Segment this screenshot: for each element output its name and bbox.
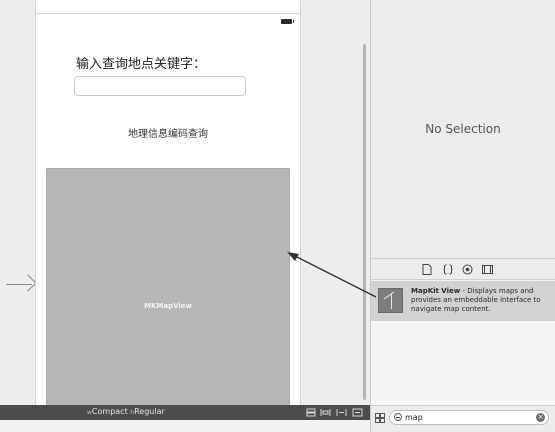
library-item-description: MapKit View - Displays maps and provides…	[411, 287, 551, 314]
scene-top-divider	[36, 13, 300, 14]
file-template-icon[interactable]	[421, 264, 433, 275]
keyword-label[interactable]: 输入查询地点关键字：	[76, 53, 206, 72]
library-filter-input[interactable]: map ×	[389, 410, 549, 425]
library-filter-bar: map ×	[371, 405, 555, 432]
inspector-pane: No Selection	[371, 0, 555, 258]
library-item-title: MapKit View	[411, 287, 461, 295]
battery-icon	[281, 19, 294, 24]
entry-arrow-head-icon	[19, 274, 37, 292]
height-class-label: Regular	[134, 407, 165, 416]
width-class-label: Compact	[91, 407, 128, 416]
size-class-control[interactable]: wCompact hRegular	[87, 407, 165, 416]
mkmapview-label: MKMapView	[144, 302, 192, 310]
library-item-mapkit-view[interactable]: MapKit View - Displays maps and provides…	[371, 281, 555, 321]
align-icon[interactable]	[320, 408, 331, 419]
search-icon	[394, 413, 402, 421]
size-class-bar: wCompact hRegular	[0, 405, 370, 420]
library-tab-bar	[371, 258, 555, 280]
library-list-area[interactable]	[371, 321, 555, 405]
filter-value: map	[405, 413, 423, 422]
object-library-icon[interactable]	[461, 264, 473, 275]
keyword-text-field[interactable]	[74, 76, 246, 96]
mkmapview[interactable]: MKMapView	[46, 168, 290, 410]
geocode-query-button[interactable]: 地理信息编码查询	[36, 125, 300, 140]
xcode-storyboard-window: 输入查询地点关键字： 地理信息编码查询 MKMapView wCompact h…	[0, 0, 555, 432]
no-selection-label: No Selection	[425, 122, 501, 136]
stack-icon[interactable]	[306, 408, 316, 419]
grid-view-icon[interactable]	[375, 413, 385, 426]
mapkit-view-icon	[378, 288, 403, 313]
media-library-icon[interactable]	[481, 264, 493, 275]
resolve-issues-icon[interactable]	[352, 408, 363, 419]
clear-icon[interactable]: ×	[536, 413, 545, 422]
view-controller-scene[interactable]: 输入查询地点关键字： 地理信息编码查询 MKMapView	[35, 0, 301, 410]
storyboard-canvas[interactable]: 输入查询地点关键字： 地理信息编码查询 MKMapView	[0, 0, 370, 410]
canvas-scrollbar-thumb[interactable]	[363, 44, 366, 400]
code-snippet-icon[interactable]	[442, 264, 454, 275]
pin-icon[interactable]	[336, 408, 347, 419]
